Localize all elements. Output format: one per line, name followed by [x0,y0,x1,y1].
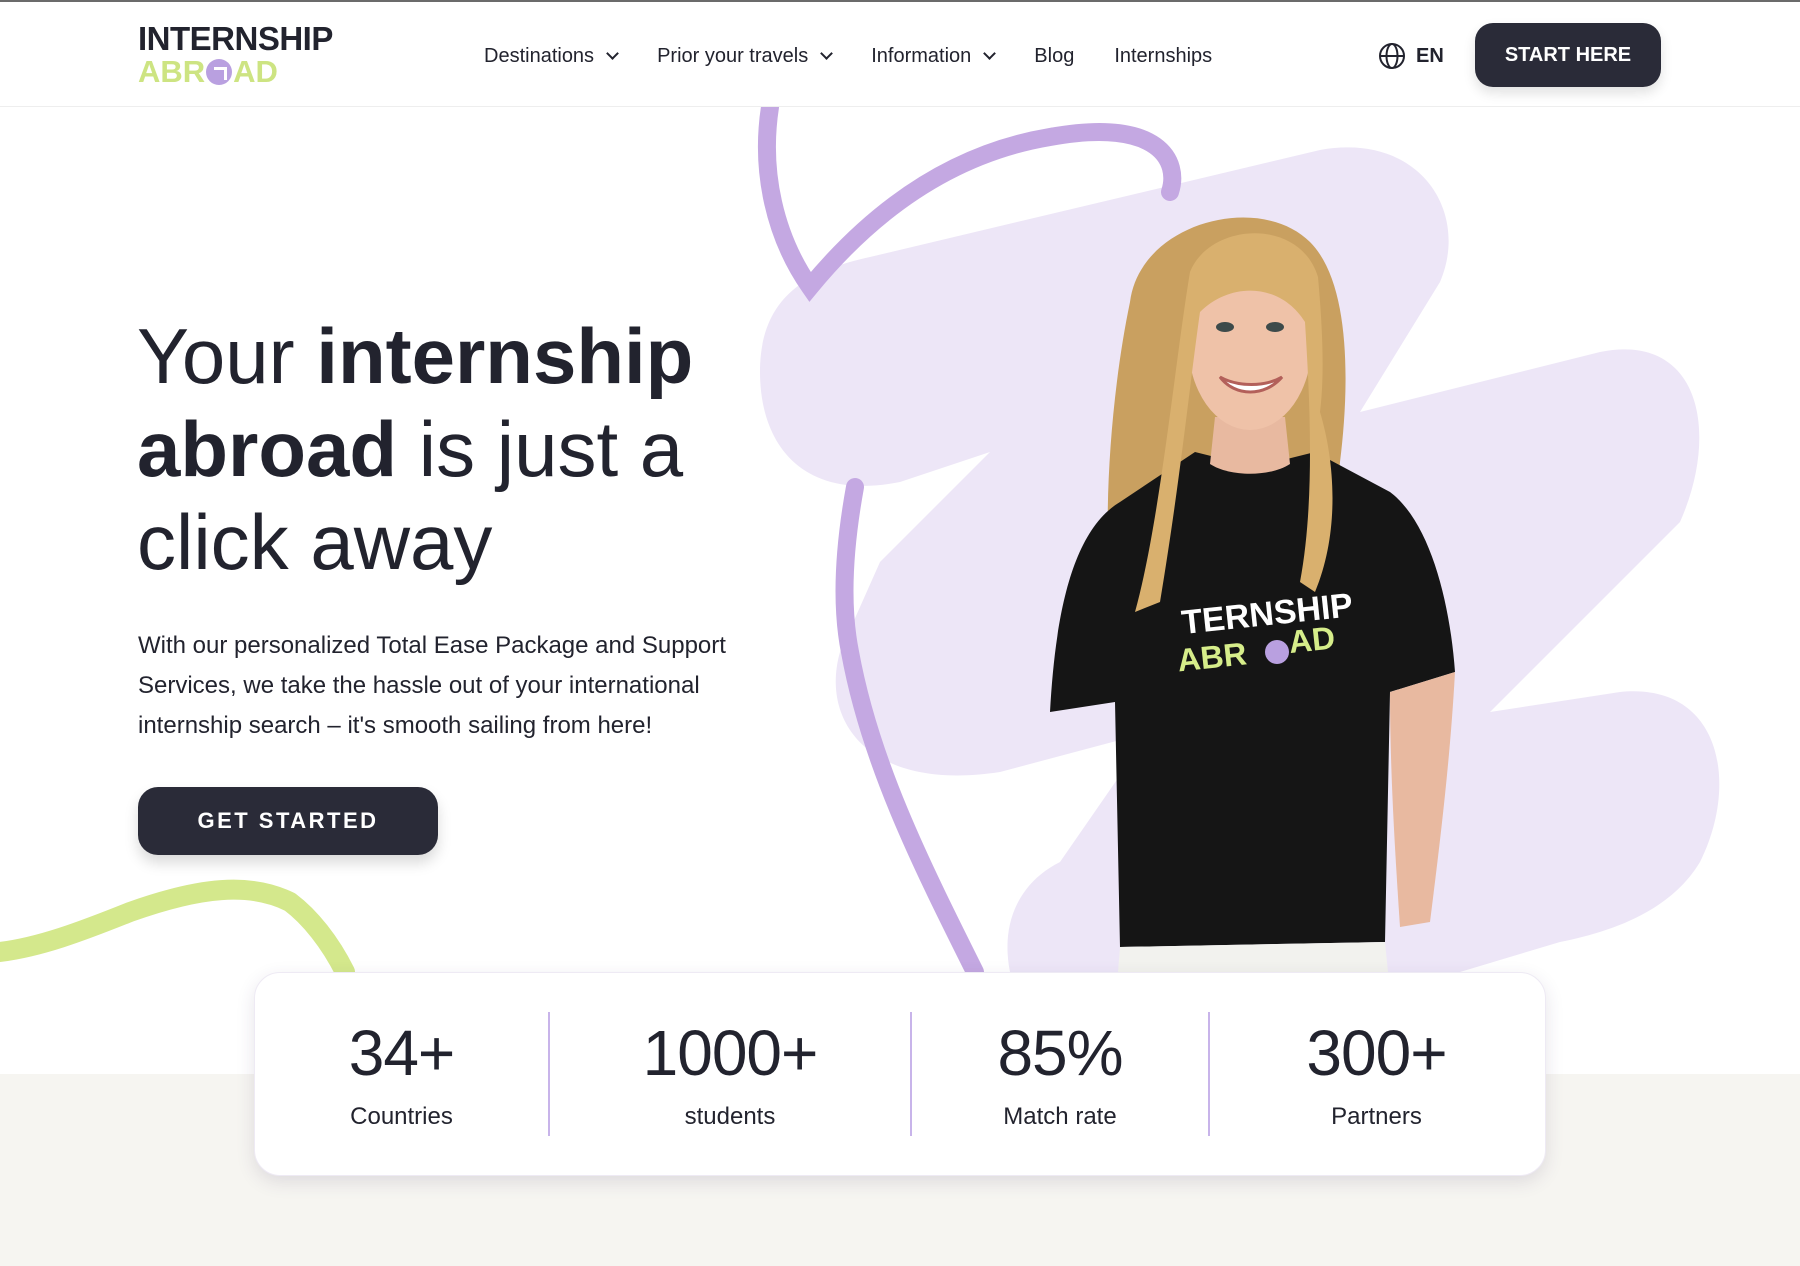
logo-bottom-right: AD [233,54,278,89]
hero-person-photo: TERNSHIP ABR AD [1050,217,1455,972]
stat-students: 1000+ students [550,973,910,1175]
logo-top-text: INTERNSHIP [138,20,333,57]
shirt-print-bottom-right: AD [1287,619,1337,660]
stat-value: 34+ [348,1017,456,1089]
hero-title: Your internship abroad is just a click a… [137,310,777,589]
stat-label: students [684,1103,776,1130]
stats-card: 34+ Countries 1000+ students 85% Match r… [254,972,1546,1176]
chevron-down-icon [606,46,619,60]
green-wave-line [0,879,355,982]
site-header: INTERNSHIP ABR AD Destinations Prior you… [0,2,1800,107]
globe-icon [1379,43,1405,69]
get-started-button[interactable]: GET STARTED [138,787,438,855]
stat-value: 85% [997,1017,1123,1089]
hero-title-bold2: abroad [137,405,398,493]
stat-label: Partners [1331,1103,1422,1130]
hero-title-part1: Your [137,312,317,400]
page: INTERNSHIP ABR AD Destinations Prior you… [0,0,1800,1266]
stat-label: Match rate [1003,1103,1117,1130]
start-here-button[interactable]: START HERE [1475,23,1661,87]
nav-item-label: Information [871,44,972,67]
hero-description: With our personalized Total Ease Package… [138,632,726,739]
language-selector[interactable]: EN [1378,40,1444,72]
shirt-print-bottom-left: ABR [1176,635,1249,678]
hero-title-bold1: internship [316,312,694,400]
nav-item-blog[interactable]: Blog [1034,40,1074,72]
stat-value: 1000+ [642,1017,819,1089]
logo-bottom-text: ABR AD [138,55,338,88]
main-nav: Destinations Prior your travels Informat… [484,40,1252,72]
nav-item-internships[interactable]: Internships [1114,40,1212,72]
stat-countries: 34+ Countries [255,973,548,1175]
nav-item-label: Destinations [484,44,595,67]
plane-icon [206,58,233,85]
hero-title-part2: is just a [397,405,684,493]
language-label: EN [1416,44,1444,67]
hero-title-part3: click away [137,498,493,586]
nav-item-destinations[interactable]: Destinations [484,40,619,72]
logo[interactable]: INTERNSHIP ABR AD [138,22,338,88]
stat-value: 300+ [1306,1017,1447,1089]
shirt-plane-icon [1265,640,1289,664]
nav-item-label: Blog [1034,44,1075,67]
nav-item-information[interactable]: Information [871,40,997,72]
stat-label: Countries [350,1103,453,1130]
stat-match-rate: 85% Match rate [912,973,1208,1175]
logo-bottom-left: ABR [138,54,206,89]
stat-partners: 300+ Partners [1210,973,1543,1175]
nav-item-prior-your-travels[interactable]: Prior your travels [657,40,834,72]
nav-item-label: Prior your travels [657,44,809,67]
nav-item-label: Internships [1114,44,1213,67]
chevron-down-icon [983,46,997,60]
chevron-down-icon [820,46,834,60]
